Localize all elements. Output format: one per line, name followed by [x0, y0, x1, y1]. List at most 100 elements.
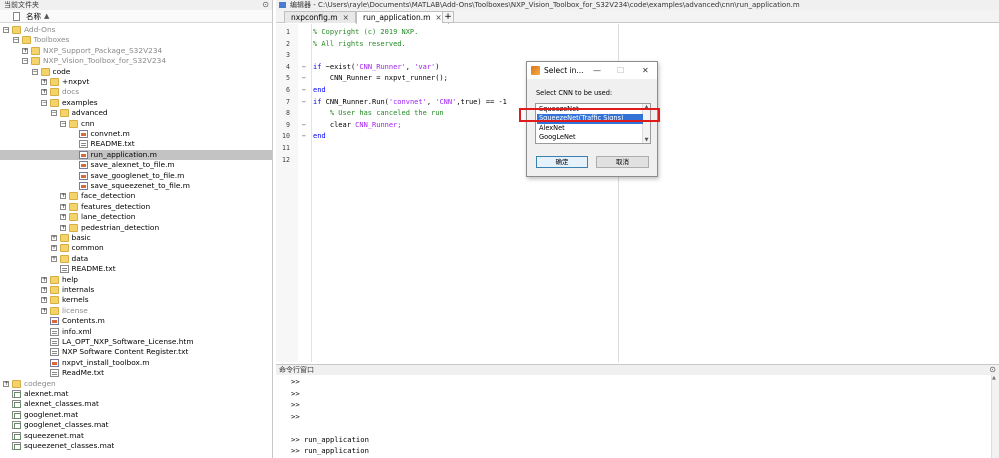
command-window[interactable]: 命令行窗口 ⊙ >> >> >> >> >> run_application >> run… [276, 364, 999, 458]
expand-icon[interactable]: + [60, 214, 66, 221]
collapse-icon[interactable]: − [31, 68, 38, 75]
minimize-icon[interactable]: — [593, 62, 601, 79]
expand-icon[interactable]: + [41, 276, 47, 283]
tree-row[interactable]: + basic [0, 233, 272, 243]
tree-item-label: kernels [62, 295, 89, 305]
collapse-icon[interactable]: − [3, 27, 9, 33]
tree-row[interactable]: − examples [0, 98, 272, 108]
tree-row[interactable]: googlenet.mat [0, 410, 272, 420]
expand-icon[interactable]: + [41, 89, 47, 96]
tree-item-label: ReadMe.txt [62, 368, 105, 378]
fold-marker-icon[interactable]: − [302, 131, 306, 143]
cnn-option[interactable]: GoogLeNet [537, 133, 643, 142]
tree-row[interactable]: + pedestrian_detection [0, 223, 272, 233]
expand-icon[interactable]: + [60, 193, 66, 200]
tree-row[interactable]: − Add-Ons [0, 25, 272, 35]
expand-icon[interactable]: + [41, 287, 47, 293]
fold-marker-icon[interactable]: − [302, 120, 306, 132]
code-line: 1 % Copyright (c) 2019 NXP. [276, 27, 976, 39]
code-token: ,true) == -1 [456, 97, 507, 106]
tree-row[interactable]: + license [0, 306, 272, 316]
panel-menu-icon[interactable]: ⊙ [989, 365, 996, 375]
tree-row[interactable]: + NXP_Support_Package_S32V234 [0, 46, 272, 56]
tree-row[interactable]: NXP Software Content Register.txt [0, 347, 272, 357]
fold-marker-icon[interactable]: − [302, 62, 306, 74]
dialog-title-bar[interactable]: Select in... — ☐ ✕ [527, 62, 657, 79]
tree-row[interactable]: + help [0, 275, 272, 285]
column-header[interactable]: 名称 ▲ [0, 10, 272, 23]
tree-row[interactable]: squeezenet_classes.mat [0, 441, 272, 451]
collapse-icon[interactable]: − [41, 99, 47, 106]
tree-row[interactable]: README.txt [0, 139, 272, 149]
collapse-icon[interactable]: − [60, 120, 66, 127]
tree-item-label: save_squeezenet_to_file.m [90, 181, 191, 190]
tree-row[interactable]: − cnn [0, 119, 272, 129]
cnn-option[interactable]: AlexNet [537, 124, 643, 133]
tree-row[interactable]: + data [0, 254, 272, 264]
tree-item-label: code [52, 66, 71, 76]
tree-row[interactable]: info.xml [0, 327, 272, 337]
tree-row[interactable]: save_googlenet_to_file.m [0, 171, 272, 181]
tab-run-application[interactable]: run_application.m × [356, 11, 449, 24]
fold-marker-icon[interactable]: − [302, 85, 306, 97]
expand-icon[interactable]: + [3, 380, 9, 387]
command-window-scrollbar[interactable] [991, 375, 999, 458]
tree-row[interactable]: + codegen [0, 379, 272, 389]
current-folder-title-bar: 当前文件夹 ⊙ [0, 0, 272, 10]
close-icon[interactable]: ✕ [642, 62, 649, 79]
collapse-icon[interactable]: − [50, 110, 57, 117]
fold-marker-icon[interactable]: − [302, 73, 306, 85]
tree-row[interactable]: − NXP_Vision_Toolbox_for_S32V234 [0, 56, 272, 66]
cancel-button[interactable]: 取消 [596, 156, 649, 168]
tree-row[interactable]: run_application.m [0, 149, 272, 161]
tree-row[interactable]: + common [0, 243, 272, 253]
tree-row[interactable]: − advanced [0, 108, 272, 118]
tree-row[interactable]: − Toolboxes [0, 35, 272, 45]
tree-row[interactable]: LA_OPT_NXP_Software_License.htm [0, 337, 272, 347]
tree-row[interactable]: convnet.m [0, 129, 272, 139]
scroll-down-icon[interactable]: ▼ [643, 137, 650, 143]
collapse-icon[interactable]: − [22, 58, 28, 65]
tree-row[interactable]: nxpvt_install_toolbox.m [0, 358, 272, 368]
expand-icon[interactable]: + [50, 235, 57, 241]
close-tab-icon[interactable]: × [343, 13, 349, 22]
code-token: % All rights reserved. [313, 39, 406, 48]
panel-menu-icon[interactable]: ⊙ [262, 0, 269, 10]
tree-row[interactable]: + docs [0, 87, 272, 97]
panel-title: 当前文件夹 [4, 1, 39, 9]
expand-icon[interactable]: + [41, 297, 47, 304]
tree-row[interactable]: + lane_detection [0, 212, 272, 222]
tree-row[interactable]: − code [0, 67, 272, 77]
tree-row[interactable]: googlenet_classes.mat [0, 420, 272, 430]
expand-icon[interactable]: + [60, 224, 66, 231]
tab-nxpconfig[interactable]: nxpconfig.m × [284, 11, 356, 23]
tree-item-label: alexnet_classes.mat [24, 399, 99, 409]
tree-row[interactable]: squeezenet.mat [0, 431, 272, 441]
tree-row[interactable]: README.txt [0, 264, 272, 274]
tree-row[interactable]: + internals [0, 285, 272, 295]
expand-icon[interactable]: + [60, 203, 66, 210]
expand-icon[interactable]: + [41, 307, 47, 314]
tree-row[interactable]: + face_detection [0, 191, 272, 201]
close-tab-icon[interactable]: × [435, 13, 441, 22]
tree-row[interactable]: alexnet.mat [0, 389, 272, 399]
expand-icon[interactable]: + [41, 79, 47, 85]
expand-icon[interactable]: + [50, 245, 57, 252]
tree-row[interactable]: + +nxpvt [0, 77, 272, 87]
tree-row[interactable]: Contents.m [0, 316, 272, 326]
add-tab-button[interactable]: + [442, 11, 454, 23]
editor-title-bar: 编辑器 - C:\Users\rayle\Documents\MATLAB\Ad… [276, 0, 999, 10]
tree-row[interactable]: + kernels [0, 295, 272, 305]
tree-row[interactable]: save_squeezenet_to_file.m [0, 181, 272, 191]
collapse-icon[interactable]: − [12, 37, 19, 44]
expand-icon[interactable]: + [22, 47, 28, 54]
folder-icon [69, 202, 78, 211]
ok-button[interactable]: 确定 [536, 156, 588, 168]
m-file-icon [78, 171, 88, 180]
fold-marker-icon[interactable]: − [302, 97, 306, 109]
tree-row[interactable]: + features_detection [0, 202, 272, 212]
tree-row[interactable]: save_alexnet_to_file.m [0, 160, 272, 170]
tree-row[interactable]: ReadMe.txt [0, 368, 272, 378]
tree-row[interactable]: alexnet_classes.mat [0, 399, 272, 409]
expand-icon[interactable]: + [50, 255, 57, 262]
